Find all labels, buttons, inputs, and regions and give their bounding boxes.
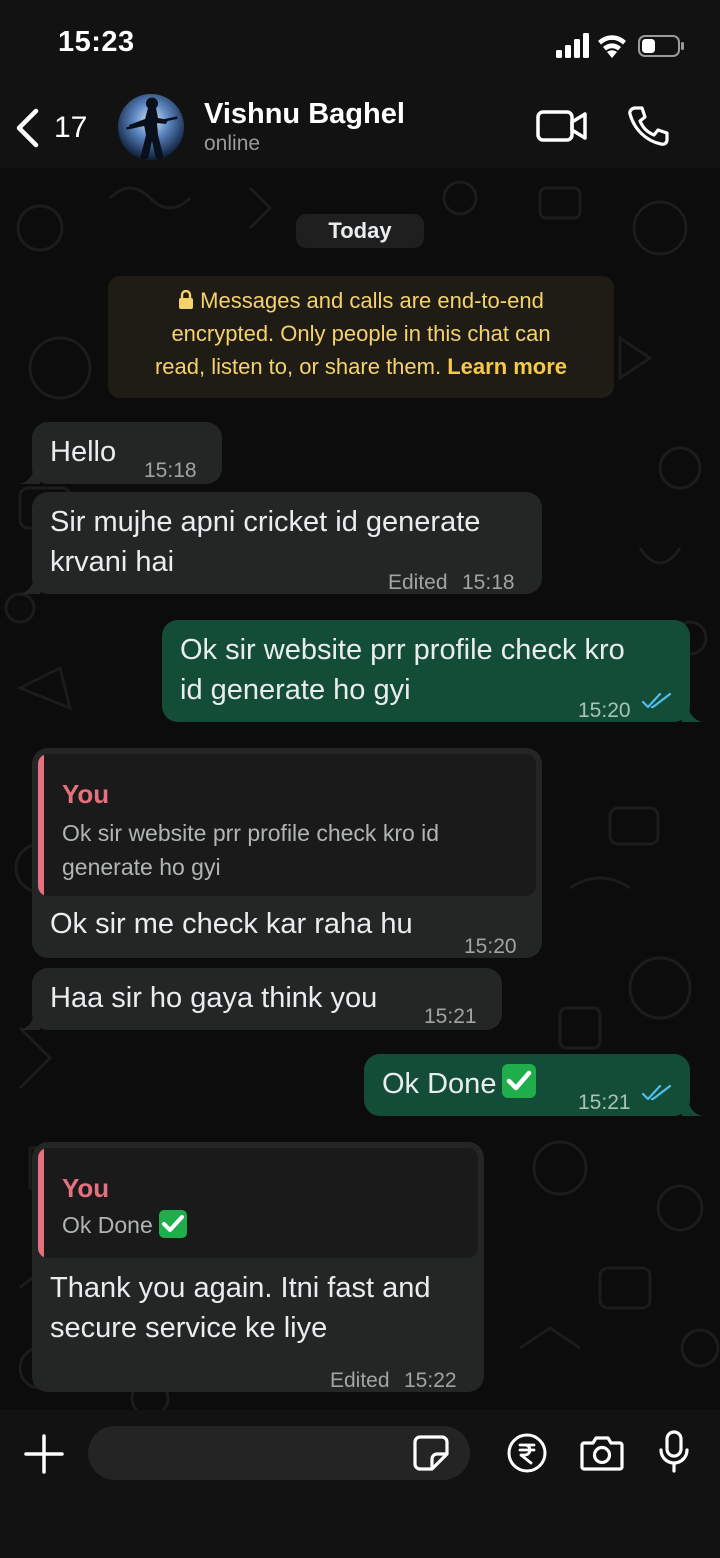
message-time: 15:21 bbox=[578, 1091, 631, 1114]
encryption-line-2: encrypted. Only people in this chat can bbox=[171, 321, 551, 346]
wifi-icon bbox=[598, 35, 626, 58]
chat-area[interactable]: Today Messages and calls are end-to-end … bbox=[0, 168, 720, 1410]
microphone-button[interactable] bbox=[658, 1430, 690, 1479]
avatar[interactable] bbox=[118, 94, 184, 160]
sticker-button[interactable] bbox=[412, 1434, 450, 1477]
message-incoming-reply[interactable]: You Ok Done Thank you again. Itni fast a… bbox=[32, 1142, 484, 1392]
date-chip: Today bbox=[296, 214, 424, 248]
message-outgoing[interactable]: Ok sir website prr profile check kro id … bbox=[162, 620, 690, 722]
contact-status: online bbox=[204, 132, 261, 155]
cellular-signal-icon bbox=[556, 33, 589, 58]
video-camera-icon bbox=[536, 110, 587, 142]
read-receipt-icon bbox=[642, 1084, 672, 1101]
message-text: krvani hai bbox=[50, 546, 175, 578]
encryption-line-1: Messages and calls are end-to-end bbox=[108, 284, 614, 317]
quote-text: generate ho gyi bbox=[62, 854, 221, 880]
check-mark-emoji-icon bbox=[158, 1210, 187, 1238]
status-time: 15:23 bbox=[58, 26, 135, 58]
rupee-icon bbox=[507, 1433, 547, 1473]
payment-button[interactable] bbox=[506, 1432, 548, 1479]
edited-label: Edited bbox=[330, 1369, 390, 1392]
bubble-tail bbox=[20, 574, 40, 594]
message-time: 15:18 bbox=[462, 571, 515, 594]
quote-accent-bar bbox=[38, 1148, 44, 1258]
quoted-message[interactable]: You Ok Done bbox=[38, 1148, 478, 1258]
check-mark-emoji-icon bbox=[502, 1064, 537, 1098]
message-text: Haa sir ho gaya think you bbox=[50, 982, 378, 1014]
message-time: 15:21 bbox=[424, 1005, 477, 1028]
phone-icon bbox=[628, 106, 669, 146]
message-text: Ok sir website prr profile check kro bbox=[180, 634, 625, 666]
message-text: Sir mujhe apni cricket id generate bbox=[50, 506, 481, 538]
message-incoming[interactable]: Haa sir ho gaya think you 15:21 bbox=[32, 968, 502, 1030]
edited-label: Edited bbox=[388, 571, 448, 594]
message-time: 15:20 bbox=[464, 935, 517, 958]
message-time: 15:22 bbox=[404, 1369, 457, 1392]
quote-author: You bbox=[62, 779, 110, 809]
encryption-notice[interactable]: Messages and calls are end-to-end encryp… bbox=[108, 276, 614, 398]
message-text: Ok Done bbox=[382, 1064, 537, 1105]
message-text: Thank you again. Itni fast and bbox=[50, 1272, 431, 1304]
quote-text: Ok Done bbox=[62, 1208, 187, 1242]
voice-call-button[interactable] bbox=[626, 104, 670, 153]
bubble-tail bbox=[20, 1010, 40, 1030]
avatar-image bbox=[118, 94, 184, 160]
status-bar: 15:23 bbox=[0, 0, 720, 88]
bubble-tail bbox=[682, 1096, 702, 1116]
learn-more-link[interactable]: Learn more bbox=[447, 354, 567, 379]
contact-name[interactable]: Vishnu Baghel bbox=[204, 98, 405, 131]
message-text: secure service ke liye bbox=[50, 1312, 328, 1344]
message-time: 15:18 bbox=[144, 459, 197, 482]
plus-icon bbox=[24, 1434, 64, 1474]
camera-icon bbox=[580, 1436, 624, 1471]
message-text: Hello bbox=[50, 436, 117, 468]
lock-icon bbox=[179, 289, 194, 309]
quoted-message[interactable]: You Ok sir website prr profile check kro… bbox=[38, 754, 536, 896]
composer-bar bbox=[0, 1410, 720, 1558]
chat-header: 17 Vishnu Baghel online bbox=[0, 88, 720, 168]
back-button[interactable]: 17 bbox=[14, 106, 87, 150]
message-incoming-reply[interactable]: You Ok sir website prr profile check kro… bbox=[32, 748, 542, 958]
bubble-tail bbox=[682, 702, 702, 722]
chat-screen: 15:23 17 Vishnu Baghel online Today Mess… bbox=[0, 0, 720, 1558]
message-incoming[interactable]: Sir mujhe apni cricket id generate krvan… bbox=[32, 492, 542, 594]
battery-icon bbox=[638, 35, 684, 57]
encryption-line-3: read, listen to, or share them. Learn mo… bbox=[154, 354, 568, 379]
camera-button[interactable] bbox=[580, 1434, 624, 1477]
quote-accent-bar bbox=[38, 754, 44, 896]
sticker-icon bbox=[413, 1435, 449, 1471]
quote-author: You bbox=[62, 1173, 110, 1203]
status-icons bbox=[556, 33, 684, 58]
message-outgoing[interactable]: Ok Done 15:21 bbox=[364, 1054, 690, 1116]
quote-text: Ok sir website prr profile check kro id bbox=[62, 820, 440, 846]
video-call-button[interactable] bbox=[536, 106, 588, 151]
microphone-icon bbox=[659, 1430, 689, 1473]
chevron-left-icon bbox=[16, 108, 39, 148]
message-text: id generate ho gyi bbox=[180, 674, 411, 706]
unread-count: 17 bbox=[54, 111, 88, 144]
bubble-tail bbox=[20, 464, 40, 484]
message-incoming[interactable]: Hello 15:18 bbox=[32, 422, 222, 484]
message-text: Ok sir me check kar raha hu bbox=[50, 908, 413, 940]
attach-button[interactable] bbox=[24, 1434, 64, 1479]
message-time: 15:20 bbox=[578, 699, 631, 722]
read-receipt-icon bbox=[642, 692, 672, 709]
